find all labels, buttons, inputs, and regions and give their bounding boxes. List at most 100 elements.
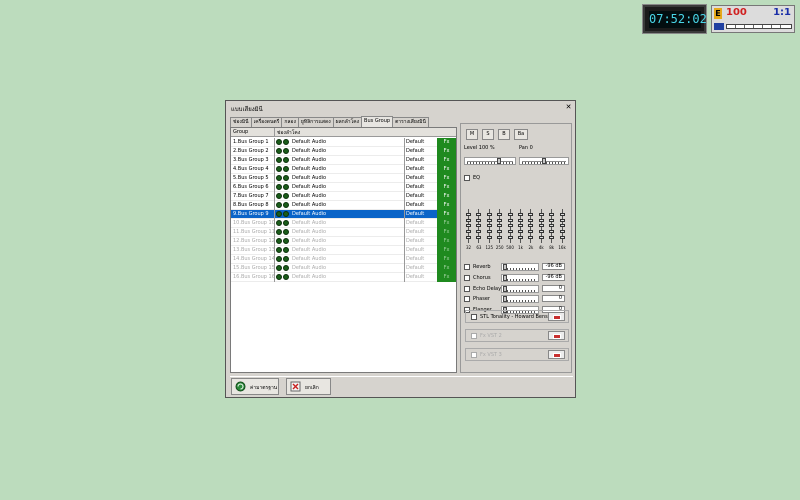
plugin-checkbox[interactable] bbox=[471, 314, 477, 320]
level-slider[interactable] bbox=[464, 157, 516, 165]
default-button[interactable]: ค่ามาตรฐาน bbox=[231, 378, 279, 395]
effect-slider-knob[interactable] bbox=[503, 285, 507, 292]
row-mode[interactable]: Default bbox=[406, 148, 424, 154]
effect-slider[interactable] bbox=[501, 263, 539, 271]
plugin-edit-button[interactable] bbox=[548, 350, 565, 359]
table-row[interactable]: 15.Bus Group 15 Default Audio Default Fx bbox=[231, 264, 456, 273]
table-row[interactable]: 3.Bus Group 3 Default Audio Default Fx bbox=[231, 156, 456, 165]
row-device[interactable]: Default Audio bbox=[292, 247, 326, 253]
eq-slider[interactable] bbox=[476, 209, 482, 243]
fx-button[interactable]: Fx bbox=[437, 156, 456, 165]
table-row[interactable]: 8.Bus Group 8 Default Audio Default Fx bbox=[231, 201, 456, 210]
table-row[interactable]: 7.Bus Group 7 Default Audio Default Fx bbox=[231, 192, 456, 201]
eq-slider[interactable] bbox=[497, 209, 503, 243]
table-row[interactable]: 10.Bus Group 10 Default Audio Default Fx bbox=[231, 219, 456, 228]
pan-slider[interactable] bbox=[519, 157, 569, 165]
table-row[interactable]: 9.Bus Group 9 Default Audio Default Fx bbox=[231, 210, 456, 219]
fx-button[interactable]: Fx bbox=[437, 264, 456, 273]
fx-button[interactable]: Fx bbox=[437, 147, 456, 156]
fx-button[interactable]: Fx bbox=[437, 237, 456, 246]
eq-slider[interactable] bbox=[549, 209, 555, 243]
tab-5[interactable]: Bus Group bbox=[361, 116, 394, 127]
table-row[interactable]: 4.Bus Group 4 Default Audio Default Fx bbox=[231, 165, 456, 174]
fx-button[interactable]: Fx bbox=[437, 219, 456, 228]
row-mode[interactable]: Default bbox=[406, 274, 424, 280]
effect-slider[interactable] bbox=[501, 284, 539, 293]
tab-1[interactable]: เครื่องดนตรี bbox=[250, 117, 283, 127]
fx-button[interactable]: Fx bbox=[437, 138, 456, 147]
table-row[interactable]: 5.Bus Group 5 Default Audio Default Fx bbox=[231, 174, 456, 183]
eq-checkbox[interactable] bbox=[464, 175, 470, 181]
pan-slider-knob[interactable] bbox=[542, 158, 546, 164]
row-mode[interactable]: Default bbox=[406, 220, 424, 226]
table-row[interactable]: 12.Bus Group 12 Default Audio Default Fx bbox=[231, 237, 456, 246]
eq-knob[interactable] bbox=[538, 224, 544, 227]
fx-button[interactable]: Fx bbox=[437, 210, 456, 219]
row-device[interactable]: Default Audio bbox=[292, 148, 326, 154]
eq-slider[interactable] bbox=[507, 209, 513, 243]
row-device[interactable]: Default Audio bbox=[292, 193, 326, 199]
row-mode[interactable]: Default bbox=[406, 238, 424, 244]
close-icon[interactable]: ✕ bbox=[564, 103, 573, 112]
row-device[interactable]: Default Audio bbox=[292, 220, 326, 226]
table-row[interactable]: 13.Bus Group 13 Default Audio Default Fx bbox=[231, 246, 456, 255]
effect-checkbox[interactable] bbox=[464, 264, 470, 270]
effect-slider-knob[interactable] bbox=[503, 296, 507, 303]
row-mode[interactable]: Default bbox=[406, 139, 424, 145]
row-mode[interactable]: Default bbox=[406, 175, 424, 181]
eq-knob[interactable] bbox=[559, 224, 565, 227]
fx-button[interactable]: Fx bbox=[437, 273, 456, 282]
fx-button[interactable]: Fx bbox=[437, 174, 456, 183]
effect-slider-knob[interactable] bbox=[503, 264, 507, 270]
effect-slider-knob[interactable] bbox=[503, 274, 507, 281]
plugin-checkbox[interactable] bbox=[471, 352, 477, 358]
fx-button[interactable]: Fx bbox=[437, 192, 456, 201]
plugin-edit-button[interactable] bbox=[548, 331, 565, 340]
mode-button-ba[interactable]: Ba bbox=[514, 129, 528, 140]
eq-slider[interactable] bbox=[518, 209, 523, 243]
plugin-edit-button[interactable] bbox=[548, 312, 565, 321]
row-mode[interactable]: Default bbox=[406, 265, 424, 271]
fx-button[interactable]: Fx bbox=[437, 165, 456, 174]
eq-knob[interactable] bbox=[549, 224, 555, 227]
eq-slider[interactable] bbox=[466, 209, 471, 243]
effect-slider[interactable] bbox=[501, 295, 539, 304]
table-row[interactable]: 14.Bus Group 14 Default Audio Default Fx bbox=[231, 255, 456, 264]
effect-slider[interactable] bbox=[501, 273, 539, 282]
fx-button[interactable]: Fx bbox=[437, 228, 456, 237]
fx-button[interactable]: Fx bbox=[437, 255, 456, 264]
row-device[interactable]: Default Audio bbox=[292, 157, 326, 163]
eq-slider[interactable] bbox=[486, 209, 492, 243]
table-row[interactable]: 1.Bus Group 1 Default Audio Default Fx bbox=[231, 138, 456, 147]
eq-knob[interactable] bbox=[476, 224, 482, 227]
eq-knob[interactable] bbox=[486, 224, 492, 227]
effect-checkbox[interactable] bbox=[464, 296, 470, 303]
table-row[interactable]: 6.Bus Group 6 Default Audio Default Fx bbox=[231, 183, 456, 192]
row-device[interactable]: Default Audio bbox=[292, 184, 326, 190]
cancel-button[interactable]: ยกเลิก bbox=[286, 378, 331, 395]
row-device[interactable]: Default Audio bbox=[292, 238, 326, 244]
row-mode[interactable]: Default bbox=[406, 184, 424, 190]
eq-knob[interactable] bbox=[507, 224, 513, 227]
table-row[interactable]: 11.Bus Group 11 Default Audio Default Fx bbox=[231, 228, 456, 237]
fx-button[interactable]: Fx bbox=[437, 201, 456, 210]
table-row[interactable]: 16.Bus Group 16 Default Audio Default Fx bbox=[231, 273, 456, 282]
fx-button[interactable]: Fx bbox=[437, 246, 456, 255]
row-device[interactable]: Default Audio bbox=[292, 265, 326, 271]
mode-button-s[interactable]: S bbox=[482, 129, 494, 140]
fx-button[interactable]: Fx bbox=[437, 183, 456, 192]
eq-knob[interactable] bbox=[497, 224, 503, 227]
eq-slider[interactable] bbox=[528, 209, 534, 243]
row-device[interactable]: Default Audio bbox=[292, 175, 326, 181]
row-mode[interactable]: Default bbox=[406, 247, 424, 253]
row-device[interactable]: Default Audio bbox=[292, 229, 326, 235]
eq-knob[interactable] bbox=[528, 224, 534, 227]
row-device[interactable]: Default Audio bbox=[292, 202, 326, 208]
row-mode[interactable]: Default bbox=[406, 193, 424, 199]
eq-knob[interactable] bbox=[466, 224, 471, 227]
eq-slider[interactable] bbox=[538, 209, 544, 243]
tab-0[interactable]: ช่องมินี bbox=[230, 117, 252, 127]
row-mode[interactable]: Default bbox=[406, 166, 424, 172]
row-device[interactable]: Default Audio bbox=[292, 139, 326, 145]
effect-checkbox[interactable] bbox=[464, 274, 470, 281]
